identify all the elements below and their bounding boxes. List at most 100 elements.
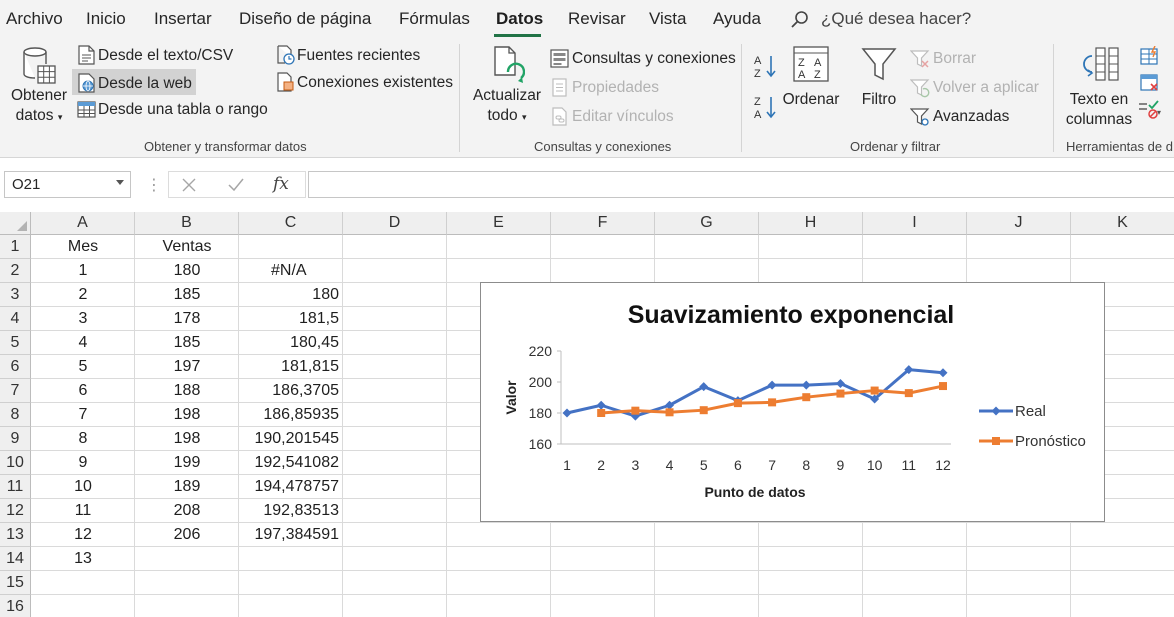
cell-ventas[interactable]: 198 [135,403,239,427]
sort-z-to-a-icon[interactable]: Z A [753,94,779,120]
row-header-3[interactable]: 3 [0,283,31,307]
cell-ventas[interactable]: 206 [135,523,239,547]
column-header-a[interactable]: A [31,212,135,235]
obtener-datos-button[interactable]: Obtener datos ▾ [6,44,72,127]
cell-mes[interactable]: 1 [31,259,135,283]
propiedades-button[interactable]: Propiedades [572,79,659,97]
cell-ventas[interactable]: 188 [135,379,239,403]
chart-container[interactable]: Suavizamiento exponencial 160 180 200 220 1 2 3… [480,282,1105,522]
row-header-8[interactable]: 8 [0,403,31,427]
column-header-g[interactable]: G [655,212,759,235]
cell-ventas[interactable] [135,547,239,571]
column-header-j[interactable]: J [967,212,1071,235]
borrar-button[interactable]: Borrar [933,50,976,68]
cell-forecast[interactable]: 194,478757 [239,475,343,499]
desde-la-web-button[interactable]: Desde la web [98,75,192,93]
drag-handle-icon[interactable]: ⋮ [146,175,162,195]
tab-diseno-de-pagina[interactable]: Diseño de página [239,9,371,29]
conexiones-existentes-button[interactable]: Conexiones existentes [297,74,453,92]
cell-mes[interactable]: 12 [31,523,135,547]
avanzadas-button[interactable]: Avanzadas [933,108,1009,126]
cell-ventas[interactable]: 198 [135,427,239,451]
row-header-7[interactable]: 7 [0,379,31,403]
cell-forecast[interactable]: 190,201545 [239,427,343,451]
cell-mes[interactable]: 8 [31,427,135,451]
row-header-9[interactable]: 9 [0,427,31,451]
tab-vista[interactable]: Vista [649,9,687,29]
select-all-button[interactable] [0,212,31,235]
row-header-5[interactable]: 5 [0,331,31,355]
ordenar-button[interactable]: Z A A Z Ordenar [782,46,840,110]
cell-ventas[interactable]: 197 [135,355,239,379]
cell-mes[interactable]: 9 [31,451,135,475]
cell-forecast[interactable]: #N/A [239,259,343,283]
filtro-button[interactable]: Filtro [855,46,903,110]
cell-ventas[interactable]: 178 [135,307,239,331]
cell-ventas[interactable]: 180 [135,259,239,283]
row-header-10[interactable]: 10 [0,451,31,475]
cell-forecast[interactable]: 197,384591 [239,523,343,547]
texto-en-columnas-button[interactable]: Texto en columnas [1062,46,1136,130]
tab-revisar[interactable]: Revisar [568,9,626,29]
fuentes-recientes-button[interactable]: Fuentes recientes [297,47,420,65]
cell-ventas[interactable]: 199 [135,451,239,475]
row-header-13[interactable]: 13 [0,523,31,547]
column-header-i[interactable]: I [863,212,967,235]
tell-me-search[interactable]: ¿Qué desea hacer? [821,9,971,29]
row-header-14[interactable]: 14 [0,547,31,571]
column-header-e[interactable]: E [447,212,551,235]
cell-mes[interactable]: 10 [31,475,135,499]
tab-datos[interactable]: Datos [496,9,543,29]
cell-forecast[interactable]: 180,45 [239,331,343,355]
cancel-icon[interactable] [181,177,197,193]
cell-ventas[interactable]: 208 [135,499,239,523]
cell-header-ventas[interactable]: Ventas [135,235,239,259]
cell-mes[interactable]: 4 [31,331,135,355]
desde-tabla-rango-button[interactable]: Desde una tabla o rango [98,101,268,119]
cell-forecast[interactable]: 186,85935 [239,403,343,427]
row-header-6[interactable]: 6 [0,355,31,379]
insert-function-icon[interactable]: fx [273,174,289,194]
column-header-h[interactable]: H [759,212,863,235]
chevron-down-icon[interactable] [116,180,124,185]
row-header-2[interactable]: 2 [0,259,31,283]
row-header-11[interactable]: 11 [0,475,31,499]
cell-forecast[interactable] [239,547,343,571]
cell-mes[interactable]: 13 [31,547,135,571]
cell-ventas[interactable]: 189 [135,475,239,499]
cell-header-mes[interactable]: Mes [31,235,135,259]
cell-mes[interactable]: 7 [31,403,135,427]
cell-ventas[interactable]: 185 [135,331,239,355]
consultas-conexiones-button[interactable]: Consultas y conexiones [572,50,736,68]
sort-a-to-z-icon[interactable]: A Z [753,53,779,79]
cell-ventas[interactable]: 185 [135,283,239,307]
column-header-b[interactable]: B [135,212,239,235]
remove-duplicates-icon[interactable] [1140,73,1160,93]
column-header-k[interactable]: K [1071,212,1174,235]
desde-texto-csv-button[interactable]: Desde el texto/CSV [98,47,233,65]
editar-vinculos-button[interactable]: Editar vínculos [572,108,674,126]
tab-ayuda[interactable]: Ayuda [713,9,761,29]
row-header-4[interactable]: 4 [0,307,31,331]
cell-forecast[interactable]: 192,541082 [239,451,343,475]
cell-forecast[interactable]: 181,5 [239,307,343,331]
cell-forecast[interactable]: 180 [239,283,343,307]
actualizar-todo-button[interactable]: Actualizar todo ▾ [470,44,544,127]
cell-mes[interactable]: 5 [31,355,135,379]
tab-inicio[interactable]: Inicio [86,9,126,29]
column-header-d[interactable]: D [343,212,447,235]
cell-forecast[interactable]: 192,83513 [239,499,343,523]
cell-mes[interactable]: 2 [31,283,135,307]
cell-forecast[interactable]: 181,815 [239,355,343,379]
row-header-12[interactable]: 12 [0,499,31,523]
row-header-16[interactable]: 16 [0,595,31,617]
cell-mes[interactable]: 3 [31,307,135,331]
flash-fill-icon[interactable] [1140,46,1160,66]
cell-mes[interactable]: 11 [31,499,135,523]
data-validation-icon[interactable]: ▾ [1138,100,1162,120]
column-header-c[interactable]: C [239,212,343,235]
volver-a-aplicar-button[interactable]: Volver a aplicar [933,79,1039,97]
tab-archivo[interactable]: Archivo [6,9,63,29]
tab-formulas[interactable]: Fórmulas [399,9,470,29]
name-box[interactable]: O21 [4,171,131,198]
